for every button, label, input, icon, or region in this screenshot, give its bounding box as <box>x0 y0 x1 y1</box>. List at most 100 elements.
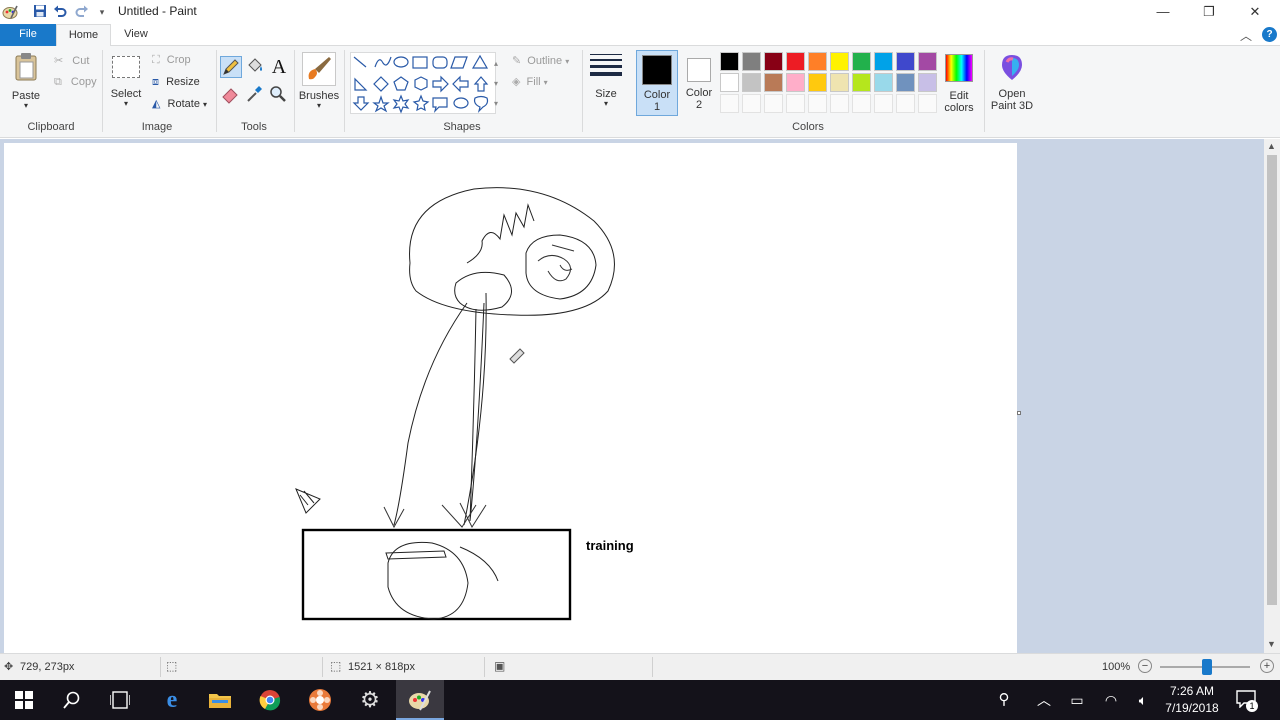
sketch-large-blob <box>409 187 615 316</box>
palette-swatch[interactable] <box>720 73 739 92</box>
fill-tool-button[interactable] <box>244 56 266 78</box>
palette-swatch[interactable] <box>852 52 871 71</box>
tab-file[interactable]: File <box>0 24 56 46</box>
zoom-in-icon[interactable]: + <box>1260 659 1274 673</box>
palette-swatch-empty[interactable] <box>896 94 915 113</box>
palette-swatch-empty[interactable] <box>852 94 871 113</box>
line-size-icon <box>590 54 622 76</box>
resize-button[interactable]: ⧈ Resize <box>152 76 200 89</box>
colors-group-label: Colors <box>792 121 824 133</box>
app-flower-icon[interactable] <box>296 680 344 720</box>
undo-icon[interactable] <box>52 4 68 20</box>
search-icon[interactable] <box>48 680 96 720</box>
palette-swatch[interactable] <box>830 52 849 71</box>
fill-button[interactable]: ◈ Fill ▾ <box>512 75 548 88</box>
edit-colors-button[interactable]: Edit colors <box>940 50 978 116</box>
help-icon[interactable]: ? <box>1262 27 1277 42</box>
action-center-icon[interactable]: 1 <box>1236 690 1258 712</box>
clock[interactable]: 7:26 AM 7/19/2018 <box>1160 683 1224 717</box>
shapes-scroll-icon[interactable]: ▴ ▾ ▾ <box>494 54 498 114</box>
palette-swatch[interactable] <box>742 52 761 71</box>
palette-swatch[interactable] <box>720 52 739 71</box>
ribbon-tabs: File Home View ︿ ? <box>0 24 1280 47</box>
palette-swatch[interactable] <box>808 52 827 71</box>
palette-swatch-empty[interactable] <box>830 94 849 113</box>
palette-swatch[interactable] <box>786 73 805 92</box>
open-paint3d-button[interactable]: Open Paint 3D <box>988 50 1036 116</box>
tab-home[interactable]: Home <box>56 24 111 47</box>
palette-swatch[interactable] <box>764 52 783 71</box>
cut-button[interactable]: ✂ Cut <box>54 54 89 67</box>
palette-swatch[interactable] <box>808 73 827 92</box>
paste-button[interactable]: Paste ▾ <box>8 50 44 114</box>
scroll-up-icon[interactable]: ▲ <box>1267 141 1276 151</box>
vertical-scrollbar[interactable]: ▲ ▼ <box>1264 139 1280 653</box>
show-hidden-icons-icon[interactable]: ︿ <box>1026 680 1062 720</box>
color1-button[interactable]: Color 1 <box>636 50 678 116</box>
redo-icon[interactable] <box>74 4 90 20</box>
battery-icon[interactable]: ▭ <box>1060 680 1094 720</box>
color2-label-line2: 2 <box>695 99 703 111</box>
palette-swatch[interactable] <box>918 52 937 71</box>
settings-gear-icon[interactable]: ⚙ <box>346 680 394 720</box>
paint-taskbar-icon[interactable] <box>396 680 444 720</box>
chrome-icon[interactable] <box>246 680 294 720</box>
size-button[interactable]: Size ▾ <box>586 50 626 116</box>
minimize-button[interactable]: — <box>1140 0 1186 24</box>
close-button[interactable]: ✕ <box>1232 0 1278 24</box>
tab-view[interactable]: View <box>113 24 159 46</box>
palette-swatch[interactable] <box>896 52 915 71</box>
file-explorer-icon[interactable] <box>196 680 244 720</box>
palette-swatch-empty[interactable] <box>764 94 783 113</box>
save-icon[interactable] <box>32 4 48 20</box>
magnifier-tool-button[interactable] <box>268 84 290 106</box>
wifi-icon[interactable]: ◠ <box>1094 680 1128 720</box>
palette-swatch-empty[interactable] <box>720 94 739 113</box>
canvas-resize-handle[interactable] <box>1017 411 1021 415</box>
people-icon[interactable]: ⚲ <box>984 680 1024 720</box>
palette-swatch[interactable] <box>874 73 893 92</box>
rotate-button[interactable]: ◭ Rotate ▾ <box>152 97 207 110</box>
shapes-gallery[interactable] <box>350 52 496 114</box>
copy-button[interactable]: ⧉ Copy <box>54 76 97 89</box>
palette-swatch[interactable] <box>896 73 915 92</box>
sketch-middle-line-2 <box>469 302 485 522</box>
palette-swatch[interactable] <box>852 73 871 92</box>
magnifier-icon <box>270 86 286 102</box>
palette-swatch[interactable] <box>830 73 849 92</box>
palette-swatch[interactable] <box>742 73 761 92</box>
customize-toolbar-icon[interactable]: ▾ <box>94 4 110 20</box>
color-picker-tool-button[interactable] <box>244 84 266 106</box>
select-button[interactable]: Select ▾ <box>108 50 144 114</box>
scroll-down-icon[interactable]: ▼ <box>1267 639 1276 649</box>
crop-button[interactable]: ⛶ Crop <box>152 54 191 67</box>
start-windows-icon[interactable] <box>0 680 48 720</box>
volume-icon[interactable]: 🔈︎ <box>1126 680 1160 720</box>
palette-swatch-empty[interactable] <box>918 94 937 113</box>
outline-button[interactable]: ✎ Outline ▾ <box>512 54 569 67</box>
palette-swatch[interactable] <box>874 52 893 71</box>
palette-swatch-empty[interactable] <box>742 94 761 113</box>
palette-swatch[interactable] <box>764 73 783 92</box>
drawing-canvas[interactable]: training <box>4 143 1017 653</box>
brushes-button[interactable]: Brushes ▾ <box>298 50 340 116</box>
training-text: training <box>586 538 634 553</box>
collapse-ribbon-icon[interactable]: ︿ <box>1240 27 1252 44</box>
fill-bucket-icon: ◈ <box>512 76 521 88</box>
eraser-tool-button[interactable] <box>220 84 242 106</box>
palette-swatch-empty[interactable] <box>874 94 893 113</box>
zoom-slider-thumb[interactable] <box>1202 659 1212 675</box>
edge-browser-icon[interactable]: e <box>148 680 196 720</box>
text-tool-button[interactable]: A <box>268 56 290 78</box>
color2-button[interactable]: Color 2 <box>680 50 718 116</box>
palette-swatch[interactable] <box>786 52 805 71</box>
palette-swatch-empty[interactable] <box>786 94 805 113</box>
palette-swatch-empty[interactable] <box>808 94 827 113</box>
pencil-tool-button[interactable] <box>220 56 242 78</box>
zoom-out-icon[interactable]: − <box>1138 659 1152 673</box>
palette-swatch[interactable] <box>918 73 937 92</box>
paint-app-icon[interactable] <box>2 4 18 20</box>
task-view-icon[interactable] <box>96 680 144 720</box>
restore-button[interactable]: ❐ <box>1186 0 1232 24</box>
scroll-thumb[interactable] <box>1267 155 1277 605</box>
